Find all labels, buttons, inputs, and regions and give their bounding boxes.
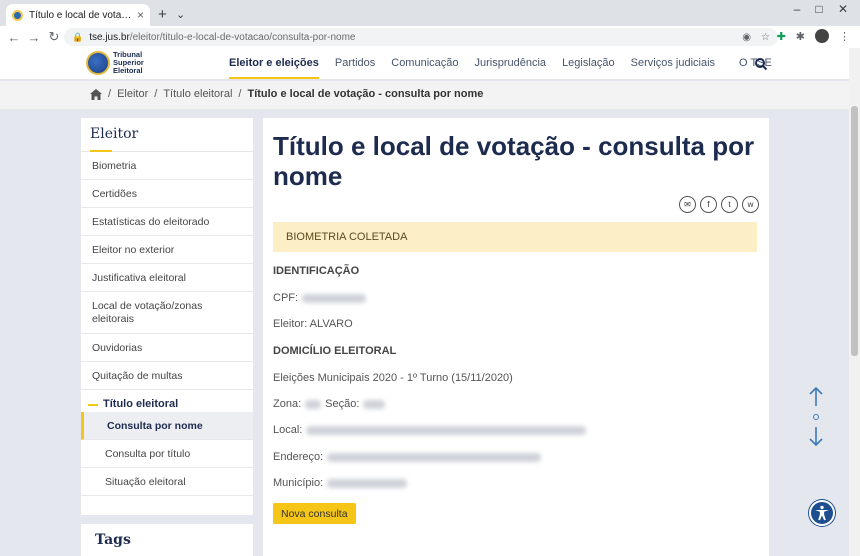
maximize-button[interactable]: □ <box>806 2 832 16</box>
secao-label: Seção: <box>325 398 360 410</box>
back-button[interactable]: ← <box>4 30 24 45</box>
sidebar-subitem-situacao[interactable]: Situação eleitoral <box>81 468 253 496</box>
zona-secao-row: Zona: Seção: <box>273 398 386 410</box>
main-nav: Eleitor e eleições Partidos Comunicação … <box>229 48 772 80</box>
scroll-up-arrow-icon[interactable] <box>809 386 823 406</box>
breadcrumb-bar: / Eleitor / Título eleitoral / Título e … <box>0 81 849 109</box>
extension-plus-icon[interactable]: ✚ <box>777 30 786 43</box>
lock-icon: 🔒 <box>72 31 84 42</box>
nav-legislacao[interactable]: Legislação <box>562 48 615 80</box>
bookmark-star-icon[interactable]: ☆ <box>761 32 770 43</box>
local-value-redacted <box>306 425 587 435</box>
accessibility-icon[interactable] <box>809 500 835 526</box>
scroll-indicator-dot <box>813 414 819 420</box>
tse-logo-emblem-icon <box>86 51 110 75</box>
tse-logo[interactable]: Tribunal Superior Eleitoral <box>86 51 153 75</box>
browser-tabstrip: Título e local de votação - cons... × + … <box>0 0 860 26</box>
sidebar-item-justificativa[interactable]: Justificativa eleitoral <box>81 264 253 292</box>
secao-value-redacted <box>363 399 386 409</box>
municipio-label: Município: <box>273 477 324 489</box>
section-identificacao: IDENTIFICAÇÃO <box>273 265 360 277</box>
sidebar-item-ouvidorias[interactable]: Ouvidorias <box>81 334 253 362</box>
main-content: Título e local de votação - consulta por… <box>263 118 769 556</box>
tab-close-icon[interactable]: × <box>137 8 144 22</box>
municipio-value-redacted <box>327 478 408 488</box>
nav-jurisprudencia[interactable]: Jurisprudência <box>475 48 547 80</box>
zona-value-redacted <box>305 399 322 409</box>
breadcrumb-separator: / <box>238 88 242 100</box>
nav-partidos[interactable]: Partidos <box>335 48 375 80</box>
sidebar-item-quitacao[interactable]: Quitação de multas <box>81 362 253 390</box>
eleicoes-row: Eleições Municipais 2020 - 1º Turno (15/… <box>273 372 513 384</box>
site-header: Tribunal Superior Eleitoral Eleitor e el… <box>0 48 849 80</box>
endereco-value-redacted <box>327 452 542 462</box>
endereco-label: Endereço: <box>273 451 324 463</box>
share-facebook-icon[interactable]: f <box>700 196 717 213</box>
scroll-down-arrow-icon[interactable] <box>809 427 823 447</box>
address-bar[interactable]: 🔒 tse.jus.br/eleitor/titulo-e-local-de-v… <box>64 28 778 46</box>
url-path: /eleitor/titulo-e-local-de-votacao/consu… <box>129 31 356 43</box>
local-label: Local: <box>273 424 303 436</box>
tse-favicon-icon <box>12 9 23 21</box>
tab-search-button[interactable]: ⌄ <box>176 8 185 21</box>
cpf-value-redacted <box>302 293 367 303</box>
cpf-label: CPF: <box>273 292 299 304</box>
sidebar-title: Eleitor <box>81 118 253 152</box>
scrollbar-thumb[interactable] <box>851 106 858 356</box>
nova-consulta-button[interactable]: Nova consulta <box>273 503 356 524</box>
endereco-row: Endereço: <box>273 451 542 463</box>
sidebar-item-certidoes[interactable]: Certidões <box>81 180 253 208</box>
breadcrumb-separator: / <box>154 88 158 100</box>
page-viewport: Tribunal Superior Eleitoral Eleitor e el… <box>0 48 849 556</box>
scroll-nav <box>809 386 823 447</box>
reload-button[interactable]: ↻ <box>44 29 64 45</box>
extensions-puzzle-icon[interactable]: ✱ <box>796 30 805 43</box>
share-email-icon[interactable]: ✉ <box>679 196 696 213</box>
profile-avatar[interactable] <box>815 29 829 43</box>
search-icon[interactable] <box>754 57 768 71</box>
tags-title: Tags <box>95 532 131 548</box>
sidebar-item-biometria[interactable]: Biometria <box>81 152 253 180</box>
nav-servicos-judiciais[interactable]: Serviços judiciais <box>631 48 715 80</box>
sidebar: Eleitor Biometria Certidões Estatísticas… <box>81 118 253 515</box>
cpf-row: CPF: <box>273 292 367 304</box>
sidebar-item-eleitor-exterior[interactable]: Eleitor no exterior <box>81 236 253 264</box>
breadcrumb-titulo-eleitoral[interactable]: Título eleitoral <box>163 88 232 100</box>
eleitor-row: Eleitor: ALVARO <box>273 318 353 330</box>
tab-title: Título e local de votação - cons... <box>29 9 133 21</box>
tags-box: Tags <box>81 524 253 556</box>
breadcrumb-separator: / <box>108 88 112 100</box>
nav-comunicacao[interactable]: Comunicação <box>391 48 458 80</box>
sidebar-subitem-consulta-nome[interactable]: Consulta por nome <box>81 412 253 440</box>
sidebar-item-local-votacao[interactable]: Local de votação/zonas eleitorais <box>81 292 253 334</box>
sidebar-group-titulo-eleitoral[interactable]: Título eleitoral <box>81 390 253 412</box>
share-buttons: ✉ f t w <box>679 196 759 213</box>
breadcrumb-current: Título e local de votação - consulta por… <box>247 88 484 100</box>
municipio-row: Município: <box>273 477 408 489</box>
breadcrumb: / Eleitor / Título eleitoral / Título e … <box>90 88 483 100</box>
section-domicilio: DOMICÍLIO ELEITORAL <box>273 345 397 357</box>
share-whatsapp-icon[interactable]: w <box>742 196 759 213</box>
browser-toolbar: ← → ↻ 🔒 tse.jus.br/eleitor/titulo-e-loca… <box>0 26 860 48</box>
forward-button[interactable]: → <box>24 30 44 45</box>
browser-tab[interactable]: Título e local de votação - cons... × <box>6 4 150 26</box>
extension-shield-icon[interactable]: ◉ <box>742 32 751 43</box>
share-twitter-icon[interactable]: t <box>721 196 738 213</box>
logo-line-3: Eleitoral <box>113 66 143 75</box>
nav-eleitor-e-eleicoes[interactable]: Eleitor e eleições <box>229 48 319 80</box>
home-icon[interactable] <box>90 88 102 100</box>
close-window-button[interactable]: ✕ <box>830 2 856 16</box>
breadcrumb-eleitor[interactable]: Eleitor <box>117 88 148 100</box>
page-title: Título e local de votação - consulta por… <box>273 131 755 191</box>
sidebar-item-estatisticas[interactable]: Estatísticas do eleitorado <box>81 208 253 236</box>
sidebar-subitem-consulta-titulo[interactable]: Consulta por título <box>81 440 253 468</box>
local-row: Local: <box>273 424 587 436</box>
browser-menu-icon[interactable]: ⋮ <box>839 30 850 43</box>
biometria-notice: BIOMETRIA COLETADA <box>273 222 757 252</box>
url-host: tse.jus.br <box>89 31 130 43</box>
zona-label: Zona: <box>273 398 302 410</box>
new-tab-button[interactable]: + <box>158 6 167 23</box>
page-scrollbar[interactable] <box>849 48 860 556</box>
